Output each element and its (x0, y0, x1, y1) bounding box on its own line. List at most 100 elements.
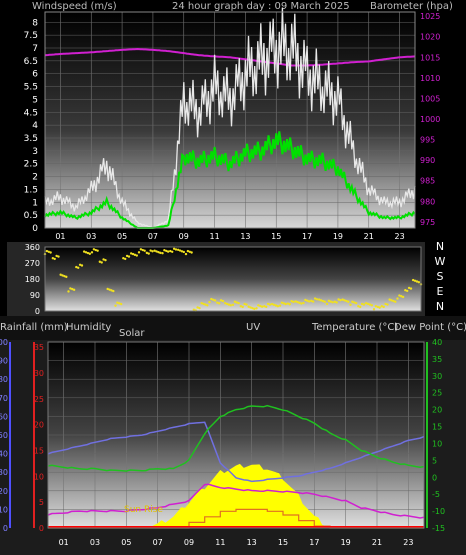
weather-x-tick-label: 03 (90, 538, 100, 547)
direction-point (265, 305, 268, 309)
direction-point (260, 305, 264, 308)
barometer-axis-label: Barometer (hpa) (370, 1, 453, 12)
direction-point (65, 275, 68, 279)
humidity-tick-label: 100 (0, 338, 8, 347)
weather-x-tick-label: 17 (309, 538, 319, 547)
humidity-tick-label: 70 (0, 394, 8, 403)
direction-point (276, 305, 280, 308)
wind-right-ticks: 975 980 985 990 995 1000 1005 1010 1015 1020 1025 (420, 12, 440, 227)
temp-tick-label: 40 (432, 338, 442, 347)
wind-y-tick-label: 7.5 (24, 31, 38, 41)
direction-point (237, 301, 240, 305)
humidity-tick-label: 40 (0, 450, 8, 459)
direction-point (112, 289, 115, 293)
direction-point (253, 307, 256, 311)
direction-point (124, 257, 127, 261)
rain-tick-label: 0 (39, 524, 44, 533)
direction-y-tick-label: 0 (35, 307, 40, 316)
direction-point (372, 308, 376, 311)
rain-tick-label: 15 (34, 447, 44, 456)
wind-x-ticks: 01 03 05 07 09 11 13 15 17 19 21 23 (55, 232, 404, 241)
direction-point (198, 306, 201, 310)
temp-tick-label: -15 (432, 524, 445, 533)
chart-title: 24 hour graph day : 09 March 2025 (172, 1, 350, 12)
barometer-y-tick-label: 1010 (420, 74, 440, 83)
wind-x-tick-label: 05 (117, 232, 127, 241)
direction-point (127, 255, 131, 258)
direction-point (77, 266, 80, 269)
rain-tick-label: 35 (34, 343, 44, 352)
compass-label: S (437, 270, 444, 283)
rain-tick-label: 5 (39, 498, 44, 507)
wind-y-tick-label: 4.5 (24, 108, 38, 118)
humidity-axis-label: Humidity (66, 322, 111, 333)
windspeed-axis-label: Windspeed (m/s) (32, 1, 117, 12)
temp-tick-label: 5 (432, 456, 437, 465)
humidity-tick-label: 30 (0, 468, 8, 477)
wind-y-tick-label: 6 (32, 70, 38, 80)
direction-point (213, 299, 217, 302)
direction-point (370, 304, 374, 307)
direction-point (417, 281, 421, 284)
compass-labels: NWSEN (435, 240, 446, 313)
direction-point (49, 251, 52, 254)
wind-y-tick-label: 2 (32, 173, 38, 183)
direction-point (255, 307, 258, 310)
compass-label: N (436, 300, 444, 313)
barometer-y-tick-label: 1025 (420, 12, 440, 21)
uv-label: UV (246, 322, 260, 333)
compass-label: N (436, 240, 444, 253)
wind-x-tick-label: 11 (209, 232, 219, 241)
direction-point (218, 302, 221, 305)
direction-point (104, 258, 107, 262)
weather-x-tick-label: 19 (341, 538, 351, 547)
direction-point (135, 254, 139, 257)
wind-y-tick-label: 3 (32, 147, 38, 157)
direction-point (119, 302, 123, 306)
direction-point (284, 302, 287, 306)
direction-point (359, 305, 362, 309)
temp-tick-label: 25 (432, 389, 442, 398)
direction-point (307, 300, 311, 303)
barometer-y-tick-label: 980 (420, 197, 435, 206)
direction-point (401, 295, 405, 299)
rain-tick-label: 20 (34, 421, 44, 430)
temp-tick-label: 20 (432, 406, 442, 415)
direction-point (268, 303, 272, 306)
direction-plot-area (45, 247, 421, 311)
wind-y-tick-label: 0.5 (24, 211, 38, 221)
direction-point (302, 301, 305, 305)
wind-y-tick-label: 1.5 (24, 185, 38, 195)
direction-point (354, 301, 358, 305)
rain-tick-label: 10 (34, 472, 44, 481)
direction-point (300, 302, 303, 305)
wind-y-tick-label: 6.5 (24, 57, 38, 67)
direction-point (349, 303, 352, 306)
direction-point (88, 252, 92, 255)
weather-x-tick-label: 21 (372, 538, 382, 547)
compass-label: E (437, 285, 444, 298)
weather-x-tick-label: 23 (403, 538, 413, 547)
direction-point (174, 248, 178, 251)
wind-x-tick-label: 07 (148, 232, 158, 241)
direction-point (362, 303, 366, 306)
wind-y-tick-label: 5 (32, 95, 38, 105)
direction-point (151, 250, 154, 253)
direction-point (231, 303, 235, 306)
wind-left-ticks: 0 0.5 1 1.5 2 2.5 3 3.5 4 4.5 5 5.5 6 6.5 7 7.5 8 (24, 18, 39, 234)
barometer-y-tick-label: 995 (420, 136, 435, 145)
wind-x-tick-label: 01 (55, 232, 65, 241)
rain-tick-label: 25 (34, 395, 44, 404)
humidity-tick-label: 10 (0, 505, 8, 514)
temp-tick-label: 10 (432, 439, 442, 448)
direction-point (143, 249, 146, 252)
wind-y-tick-label: 3.5 (24, 134, 38, 144)
direction-point (57, 255, 60, 258)
wind-x-tick-label: 23 (394, 232, 404, 241)
direction-point (335, 301, 338, 304)
humidity-tick-label: 20 (0, 487, 8, 496)
direction-point (190, 251, 193, 254)
direction-point (378, 306, 381, 309)
wind-x-tick-label: 03 (86, 232, 96, 241)
humidity-tick-label: 90 (0, 357, 8, 366)
